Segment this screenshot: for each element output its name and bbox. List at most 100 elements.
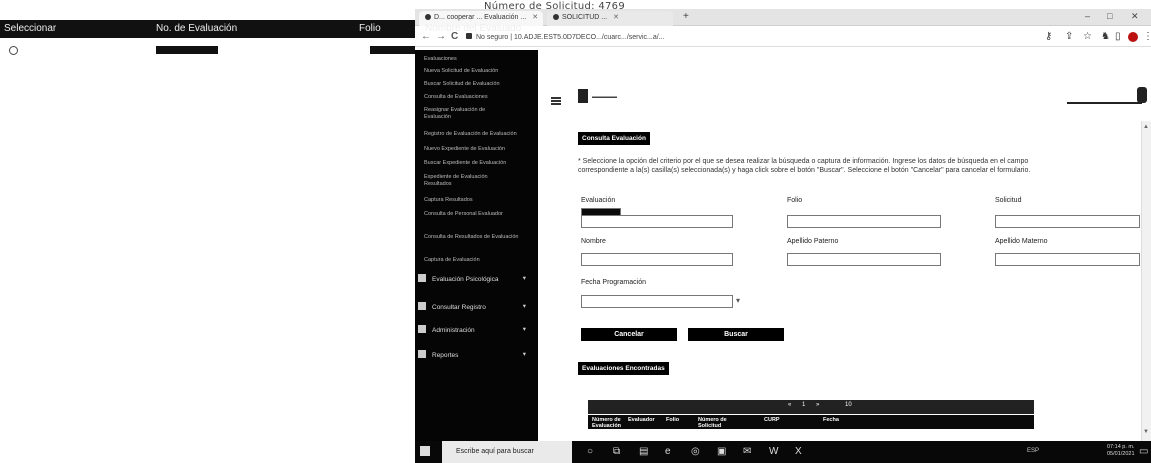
page-size-select[interactable]: 10 [845,402,852,408]
clock-date: 05/01/2021 [1107,451,1135,457]
pager-next[interactable]: » [816,402,819,408]
list-icon [418,302,426,310]
nombre-label: Nombre [581,238,606,245]
column-evaluee-name: Nombre del Evaluado [425,23,522,34]
cortana-icon[interactable]: ○ [587,446,593,457]
taskbar-clock[interactable]: 07:14 p. m. 05/01/2021 [1107,444,1135,458]
sidebar-item[interactable]: Expediente de Evaluación Resultados [424,174,512,188]
sidebar-group-label: Evaluación Psicológica [432,276,499,283]
select-radio[interactable] [9,46,18,55]
browser-window: D... cooperar ... Evaluación ... ✕ SOLICI… [415,9,1151,463]
sidebar-item[interactable]: Nuevo Expediente de Evaluación [424,146,534,153]
redacted-evaluation-number [156,46,218,54]
clock-time: 07:14 p. m. [1107,444,1135,450]
pager-first[interactable]: « [788,402,791,408]
instructions-text: * Seleccione la opción del criterio por … [578,157,1146,175]
section-evaluaciones-encontradas: Evaluaciones Encontradas [578,362,669,375]
evaluacion-label: Evaluación [581,197,616,204]
favicon-icon [425,14,431,20]
instructions-line: * Seleccione la opción del criterio por … [578,158,1029,165]
th-evaluador: Evaluador [628,417,655,423]
sidebar-item[interactable]: Registro de Evaluación de Evaluación [424,131,534,138]
sidebar-item[interactable]: Consulta de Evaluaciones [424,94,534,101]
chevron-down-icon: ▾ [522,351,526,358]
partner-logo [1067,90,1142,104]
solicitud-label: Solicitud [995,197,1022,204]
tab-bar: D... cooperar ... Evaluación ... ✕ SOLICI… [415,9,1151,26]
calendar-icon[interactable]: ▾ [736,296,740,305]
sidebar-item[interactable]: Nueva Solicitud de Evaluación [424,68,534,75]
extension-icon[interactable]: ♞ [1101,31,1110,42]
scroll-up-icon[interactable]: ▲ [1143,124,1149,130]
mail-icon[interactable]: ✉ [743,446,751,457]
excel-icon[interactable]: X [795,446,802,457]
sidebar-group-consultar-registro[interactable]: Consultar Registro ▾ [418,302,536,311]
sidebar-group-label: Reportes [432,352,459,359]
new-tab-button[interactable]: + [683,11,689,22]
close-tab-icon[interactable]: ✕ [613,14,619,21]
menu-kebab-icon[interactable]: ⋮ [1143,31,1151,42]
sidebar-item[interactable]: Buscar Expediente de Evaluación [424,160,534,167]
sidebar-item[interactable]: Buscar Solicitud de Evaluación [424,81,534,88]
redacted-folio [370,46,415,54]
taskbar-search-placeholder: Escribe aquí para buscar [456,448,534,455]
key-icon[interactable]: ⚷ [1045,31,1052,42]
close-window-button[interactable]: ✕ [1131,11,1139,22]
solicitud-input[interactable] [995,215,1140,228]
folio-input[interactable] [787,215,941,228]
institution-logo-wordmark: ▬▬▬▬▬ [592,94,617,100]
th-numero-evaluacion: Número de Evaluación [592,417,622,429]
column-evaluation-number: No. de Evaluación [156,23,238,34]
partner-logo-mark [1137,87,1147,103]
hamburger-menu-icon[interactable] [551,97,561,105]
sidebar-item[interactable]: Reasignar Evaluación de Evaluación [424,107,512,121]
favicon-icon [553,14,559,20]
fecha-programacion-input[interactable] [581,295,733,308]
chrome-icon[interactable]: ◎ [691,446,700,457]
instructions-line: correspondiente a la(s) casilla(s) selec… [578,167,1031,174]
evaluacion-input[interactable] [581,215,733,228]
sidebar-item[interactable]: Consulta de Resultados de Evaluación [424,234,520,241]
chevron-down-icon: ▾ [522,303,526,310]
sidebar-item[interactable]: Consulta de Personal Evaluador [424,211,520,218]
sidebar-item[interactable]: Captura Resultados [424,197,534,204]
tab-solicitud[interactable]: SOLICITUD ... ✕ [547,11,673,26]
search-button[interactable]: Buscar [688,328,784,341]
word-icon[interactable]: W [769,446,778,457]
store-icon[interactable]: ▣ [717,446,726,457]
edit-icon [418,325,426,333]
profile-avatar[interactable] [1128,32,1138,42]
sidebar-group-administracion[interactable]: Administración ▾ [418,325,536,334]
scroll-down-icon[interactable]: ▼ [1143,429,1149,435]
reading-list-icon[interactable]: ▯ [1115,31,1121,42]
cancel-button[interactable]: Cancelar [581,328,677,341]
sidebar-item[interactable]: Evaluaciones [424,56,534,63]
th-numero-solicitud: Número de Solicitud [698,417,727,429]
sidebar-group-evaluacion-psicologica[interactable]: Evaluación Psicológica ▾ [418,274,536,283]
column-seleccionar: Seleccionar [4,23,57,34]
file-explorer-icon[interactable]: ▤ [639,446,648,457]
close-tab-icon[interactable]: ✕ [532,14,538,21]
edge-icon[interactable]: e [665,446,671,457]
notifications-icon[interactable]: ▭ [1139,446,1148,457]
maximize-button[interactable]: □ [1107,11,1112,21]
url-field[interactable]: No seguro | 10.ADJE.EST5.0D7DECO.../cuar… [466,33,665,41]
page-scrollbar[interactable] [1141,121,1151,443]
apellido-paterno-input[interactable] [787,253,941,266]
pager-page-1[interactable]: 1 [802,402,805,408]
tray-lang: ESP [1027,448,1040,454]
system-tray[interactable]: ESP [1027,448,1039,454]
sidebar-nav: Evaluaciones Nueva Solicitud de Evaluaci… [415,50,538,442]
apellido-materno-input[interactable] [995,253,1140,266]
th-curp: CURP [764,417,780,423]
sidebar-group-reportes[interactable]: Reportes ▾ [418,350,536,359]
task-view-icon[interactable]: ⧉ [613,446,620,457]
nombre-input[interactable] [581,253,733,266]
windows-start-icon[interactable] [420,446,430,456]
minimize-button[interactable]: – [1085,11,1090,21]
bookmark-star-icon[interactable]: ☆ [1083,31,1092,42]
apellido-paterno-label: Apellido Paterno [787,238,839,245]
share-icon[interactable]: ⇪ [1065,31,1073,42]
sidebar-item[interactable]: Captura de Evaluación [424,257,534,264]
sidebar-group-label: Administración [432,327,475,334]
